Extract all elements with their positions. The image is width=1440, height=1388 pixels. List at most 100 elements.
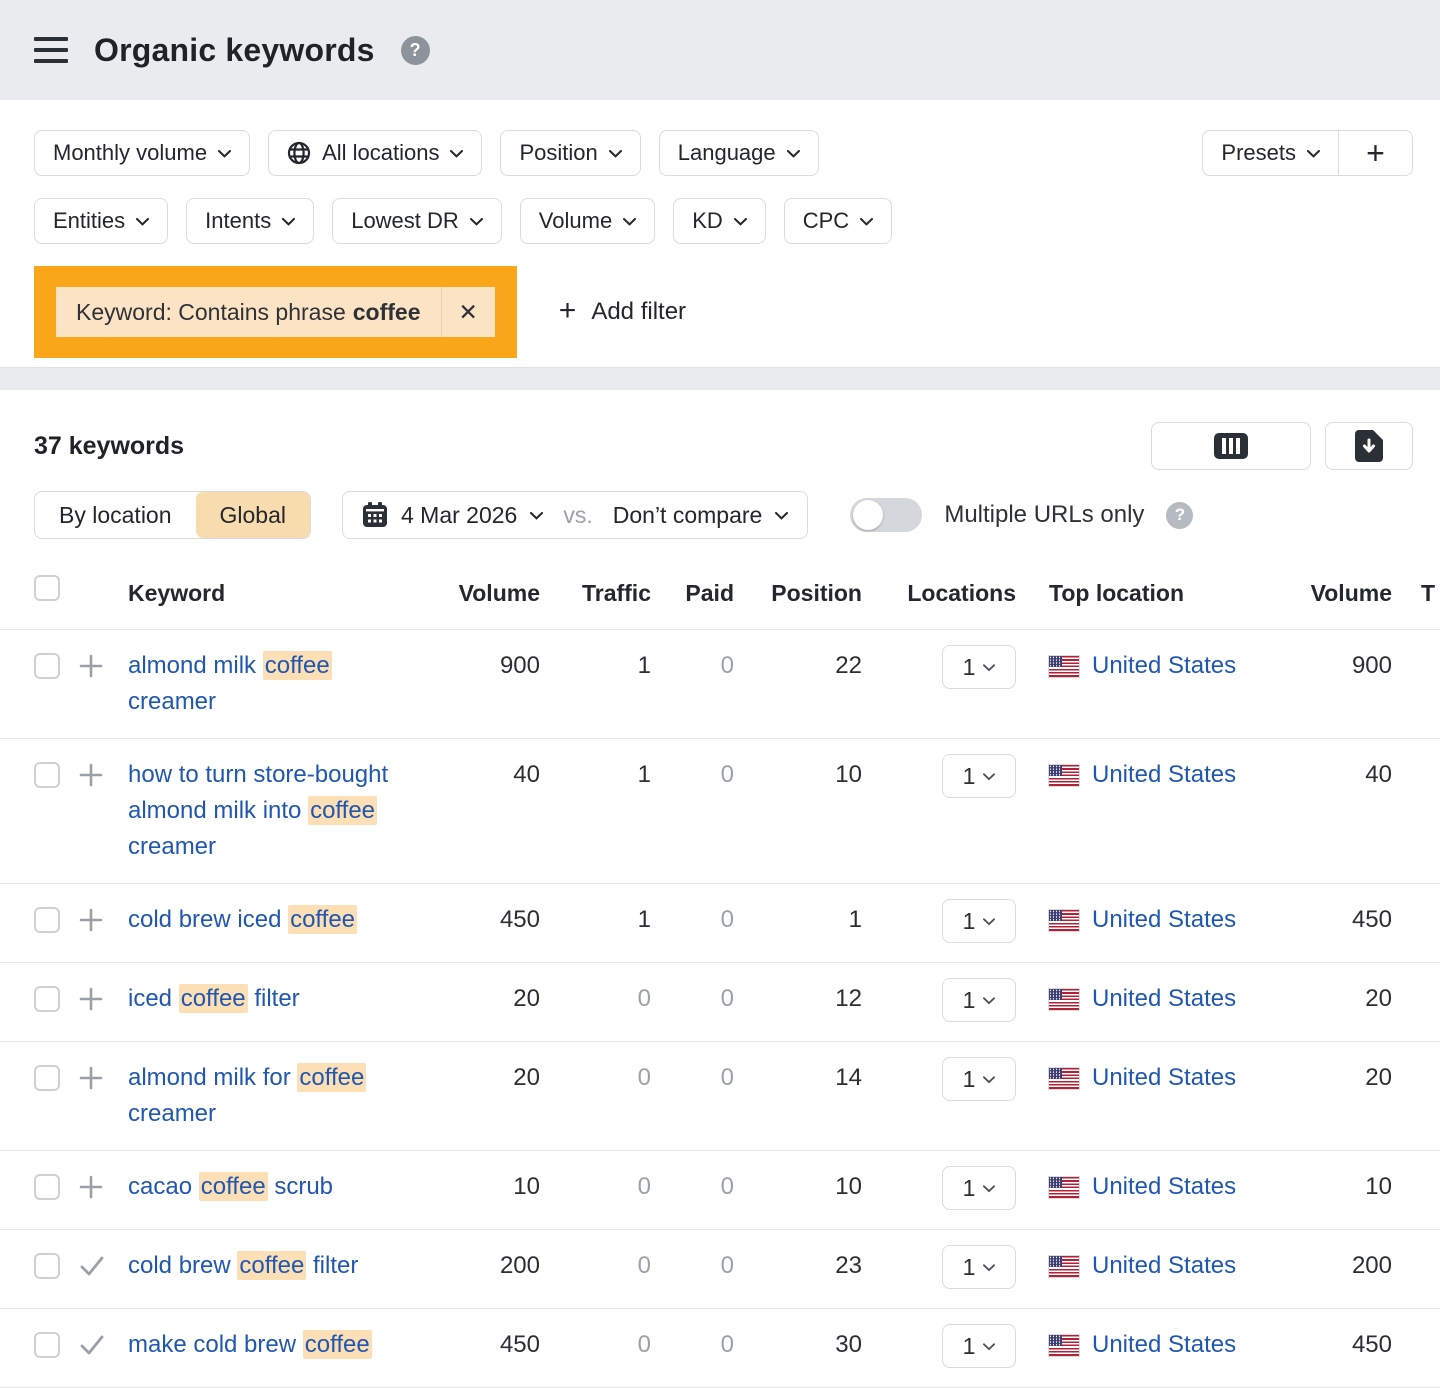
position-value: 22 [734,648,862,684]
filter-kd[interactable]: KD [673,198,766,244]
filter-all-locations[interactable]: All locations [268,130,482,176]
row-checkbox[interactable] [34,986,60,1012]
help-icon[interactable]: ? [1166,502,1193,529]
help-icon[interactable]: ? [401,36,430,65]
keyword-link[interactable]: cold brew coffee filter [128,1251,358,1280]
top-location-link[interactable]: United States [1092,902,1236,938]
keyword-link[interactable]: cacao coffee scrub [128,1172,333,1201]
filter-language[interactable]: Language [659,130,819,176]
column-volume[interactable]: Volume [414,575,540,611]
keyword-link[interactable]: cold brew iced coffee [128,905,357,934]
top-location-link[interactable]: United States [1092,1248,1236,1284]
segment-by-location[interactable]: By location [35,492,196,538]
date-compare-control[interactable]: 4 Mar 2026 vs. Don’t compare [342,491,808,539]
select-all-checkbox[interactable] [34,575,60,601]
paid-value: 0 [651,1327,734,1363]
manage-columns-button[interactable] [1151,422,1311,470]
column-top-location[interactable]: Top location [1016,575,1270,611]
row-checkbox[interactable] [34,907,60,933]
filter-monthly-volume[interactable]: Monthly volume [34,130,250,176]
chevron-down-icon [983,918,995,926]
chevron-down-icon [450,150,463,158]
column-position[interactable]: Position [734,575,862,611]
top-location-link[interactable]: United States [1092,757,1236,793]
date-value[interactable]: 4 Mar 2026 [401,502,517,529]
keyword-link[interactable]: iced coffee filter [128,984,300,1013]
paid-value: 0 [651,981,734,1017]
filter-row-1: Monthly volume All locations Position La… [34,130,1413,176]
locations-dropdown[interactable]: 1 [942,1057,1016,1101]
keyword-link[interactable]: make cold brew coffee [128,1330,372,1359]
add-cell [78,902,128,944]
plus-icon[interactable] [78,762,104,788]
column-locations[interactable]: Locations [862,575,1016,611]
plus-icon[interactable] [78,653,104,679]
column-keyword[interactable]: Keyword [128,575,414,611]
column-paid[interactable]: Paid [651,575,734,611]
top-location-link[interactable]: United States [1092,1327,1236,1363]
locations-value: 1 [963,654,976,681]
column-truncated[interactable]: T [1392,575,1440,611]
locations-dropdown[interactable]: 1 [942,978,1016,1022]
table-row: cold brew coffee filter 200 0 0 23 1 Uni… [0,1230,1440,1309]
remove-filter-button[interactable]: ✕ [441,287,495,337]
paid-value: 0 [651,902,734,938]
plus-icon[interactable] [78,907,104,933]
row-checkbox-cell [0,1169,78,1200]
checkmark-icon[interactable] [78,1253,106,1279]
row-checkbox-cell [0,1060,78,1091]
add-preset-button[interactable]: + [1338,131,1412,175]
top-location-link[interactable]: United States [1092,981,1236,1017]
filter-intents[interactable]: Intents [186,198,314,244]
multiple-urls-toggle[interactable] [850,498,922,532]
locations-dropdown[interactable]: 1 [942,899,1016,943]
volume-2-value: 900 [1270,648,1392,684]
plus-icon[interactable] [78,986,104,1012]
keyword-link[interactable]: almond milk coffee creamer [128,651,332,715]
top-location-link[interactable]: United States [1092,1060,1236,1096]
paid-value: 0 [651,757,734,793]
locations-value: 1 [963,987,976,1014]
presets-button[interactable]: Presets [1203,131,1338,175]
chevron-down-icon [983,664,995,672]
add-filter-button[interactable]: + Add filter [559,298,686,326]
keyword-link[interactable]: almond milk for coffee creamer [128,1063,366,1127]
keyword-highlight: coffee [297,1063,366,1092]
table-actions [1151,422,1413,470]
locations-dropdown[interactable]: 1 [942,1324,1016,1368]
row-checkbox[interactable] [34,1332,60,1358]
plus-icon[interactable] [78,1065,104,1091]
us-flag-icon [1049,1068,1079,1089]
row-checkbox[interactable] [34,653,60,679]
filter-volume[interactable]: Volume [520,198,655,244]
column-traffic[interactable]: Traffic [540,575,651,611]
compare-value[interactable]: Don’t compare [613,502,763,529]
filter-lowest-dr[interactable]: Lowest DR [332,198,502,244]
filter-cpc[interactable]: CPC [784,198,892,244]
column-volume-2[interactable]: Volume [1270,575,1392,611]
keyword-highlight: coffee [303,1330,372,1359]
plus-icon[interactable] [78,1174,104,1200]
filter-row-2: Entities Intents Lowest DR Volume KD CPC [34,198,1413,244]
multiple-urls-label: Multiple URLs only [944,501,1144,529]
locations-dropdown[interactable]: 1 [942,1245,1016,1289]
active-filter-chip[interactable]: Keyword: Contains phrase coffee ✕ [56,287,495,337]
filter-position[interactable]: Position [500,130,640,176]
segment-global[interactable]: Global [196,492,310,538]
export-button[interactable] [1325,422,1413,470]
row-checkbox[interactable] [34,762,60,788]
checkmark-icon[interactable] [78,1332,106,1358]
locations-dropdown[interactable]: 1 [942,754,1016,798]
top-location-link[interactable]: United States [1092,1169,1236,1205]
locations-dropdown[interactable]: 1 [942,645,1016,689]
top-location-link[interactable]: United States [1092,648,1236,684]
row-checkbox[interactable] [34,1174,60,1200]
keyword-link[interactable]: how to turn store-bought almond milk int… [128,761,388,860]
locations-dropdown[interactable]: 1 [942,1166,1016,1210]
page-title: Organic keywords [94,32,375,69]
filter-entities[interactable]: Entities [34,198,168,244]
hamburger-icon[interactable] [34,37,68,63]
row-checkbox[interactable] [34,1065,60,1091]
add-filter-label: Add filter [591,298,686,326]
row-checkbox[interactable] [34,1253,60,1279]
